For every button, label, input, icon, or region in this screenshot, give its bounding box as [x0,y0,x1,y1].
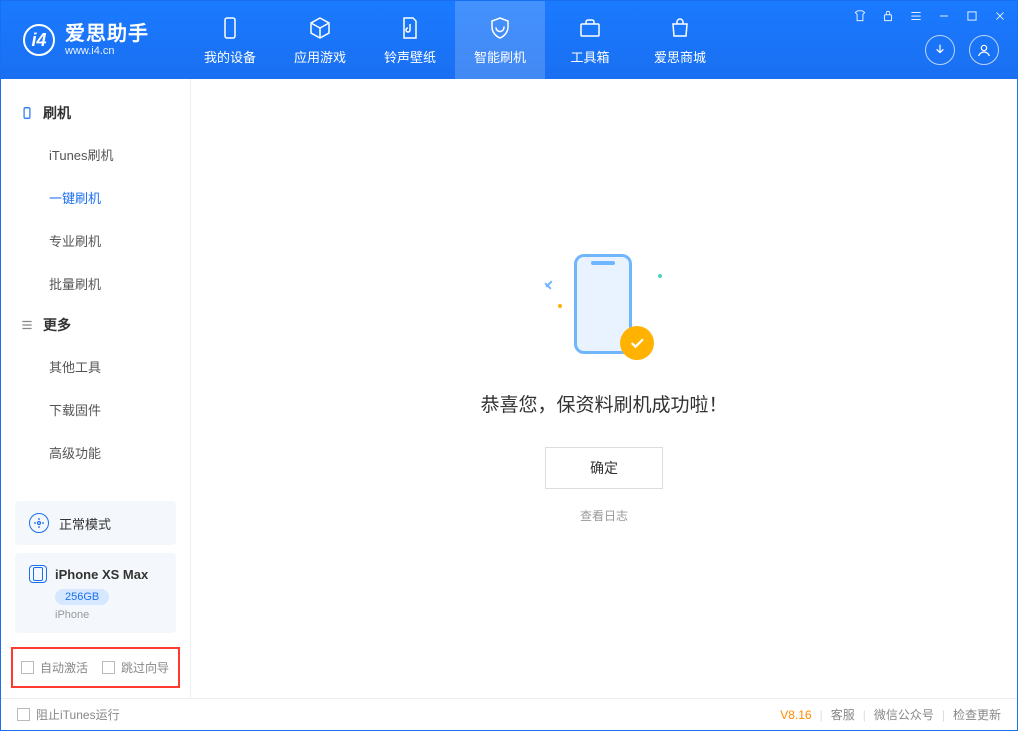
options-highlighted: 自动激活 跳过向导 [11,647,180,688]
titlebar: i4 爱思助手 www.i4.cn 我的设备 应用游戏 铃声壁纸 智能刷机 [1,1,1017,79]
checkbox-icon [17,708,30,721]
view-log-link[interactable]: 查看日志 [580,507,628,524]
version-label: V8.16 [780,708,811,722]
music-file-icon [397,15,423,41]
device-name: iPhone XS Max [55,567,148,582]
footer: 阻止iTunes运行 V8.16 | 客服 | 微信公众号 | 检查更新 [1,698,1017,730]
sidebar-item-other-tools[interactable]: 其他工具 [1,345,190,388]
check-icon [620,326,654,360]
sidebar-item-download-firmware[interactable]: 下载固件 [1,388,190,431]
menu-icon[interactable] [907,7,925,25]
app-window: i4 爱思助手 www.i4.cn 我的设备 应用游戏 铃声壁纸 智能刷机 [0,0,1018,731]
mode-icon [29,513,49,533]
sidebar-item-advanced[interactable]: 高级功能 [1,431,190,474]
sidebar-item-oneclick-flash[interactable]: 一键刷机 [1,176,190,219]
device-type: iPhone [55,609,162,621]
checkbox-skip-guide[interactable]: 跳过向导 [102,659,169,676]
app-url: www.i4.cn [65,45,149,57]
nav-label: 铃声壁纸 [384,47,436,66]
nav-ringtone-wallpaper[interactable]: 铃声壁纸 [365,1,455,79]
sidebar-group-more: 更多 [1,305,190,345]
phone-icon [29,565,47,583]
group-label: 更多 [43,315,71,335]
nav-smart-flash[interactable]: 智能刷机 [455,1,545,79]
nav-label: 应用游戏 [294,47,346,66]
nav-apps-games[interactable]: 应用游戏 [275,1,365,79]
nav-label: 智能刷机 [474,47,526,66]
nav-label: 爱思商城 [654,47,706,66]
minimize-button[interactable] [935,7,953,25]
mode-card[interactable]: 正常模式 [15,501,176,545]
bag-icon [667,15,693,41]
checkbox-label: 跳过向导 [121,659,169,676]
window-controls [851,7,1009,25]
close-button[interactable] [991,7,1009,25]
group-label: 刷机 [43,103,71,123]
footer-right: V8.16 | 客服 | 微信公众号 | 检查更新 [780,706,1001,723]
device-card[interactable]: iPhone XS Max 256GB iPhone [15,553,176,633]
main-content: 恭喜您，保资料刷机成功啦！ 确定 查看日志 [191,79,1017,698]
nav-my-device[interactable]: 我的设备 [185,1,275,79]
checkbox-block-itunes[interactable]: 阻止iTunes运行 [17,706,120,723]
cube-icon [307,15,333,41]
success-illustration [544,254,664,364]
mode-label: 正常模式 [59,514,111,533]
top-nav: 我的设备 应用游戏 铃声壁纸 智能刷机 工具箱 爱思商城 [185,1,725,79]
logo-area: i4 爱思助手 www.i4.cn [1,23,171,57]
logo-icon: i4 [23,24,55,56]
phone-icon [217,15,243,41]
checkbox-label: 阻止iTunes运行 [36,706,120,723]
support-link[interactable]: 客服 [831,706,855,723]
nav-label: 我的设备 [204,47,256,66]
sidebar-item-pro-flash[interactable]: 专业刷机 [1,219,190,262]
checkbox-label: 自动激活 [40,659,88,676]
shirt-icon[interactable] [851,7,869,25]
refresh-shield-icon [487,15,513,41]
nav-label: 工具箱 [570,47,609,66]
checkbox-icon [102,661,115,674]
success-message: 恭喜您，保资料刷机成功啦！ [480,390,727,417]
download-button[interactable] [925,35,955,65]
list-icon [19,317,35,333]
sidebar: 刷机 iTunes刷机 一键刷机 专业刷机 批量刷机 更多 其他工具 下载固件 … [1,79,191,698]
sidebar-group-flash: 刷机 [1,93,190,133]
user-button[interactable] [969,35,999,65]
check-update-link[interactable]: 检查更新 [953,706,1001,723]
lock-icon[interactable] [879,7,897,25]
sidebar-item-batch-flash[interactable]: 批量刷机 [1,262,190,305]
ok-button[interactable]: 确定 [545,447,663,489]
device-capacity: 256GB [55,589,109,605]
checkbox-auto-activate[interactable]: 自动激活 [21,659,88,676]
sidebar-item-itunes-flash[interactable]: iTunes刷机 [1,133,190,176]
maximize-button[interactable] [963,7,981,25]
wechat-link[interactable]: 微信公众号 [874,706,934,723]
nav-store[interactable]: 爱思商城 [635,1,725,79]
app-name: 爱思助手 [65,23,149,45]
logo-text: 爱思助手 www.i4.cn [65,23,149,57]
nav-toolbox[interactable]: 工具箱 [545,1,635,79]
device-icon [19,105,35,121]
body: 刷机 iTunes刷机 一键刷机 专业刷机 批量刷机 更多 其他工具 下载固件 … [1,79,1017,698]
header-right [925,35,999,65]
toolbox-icon [577,15,603,41]
checkbox-icon [21,661,34,674]
